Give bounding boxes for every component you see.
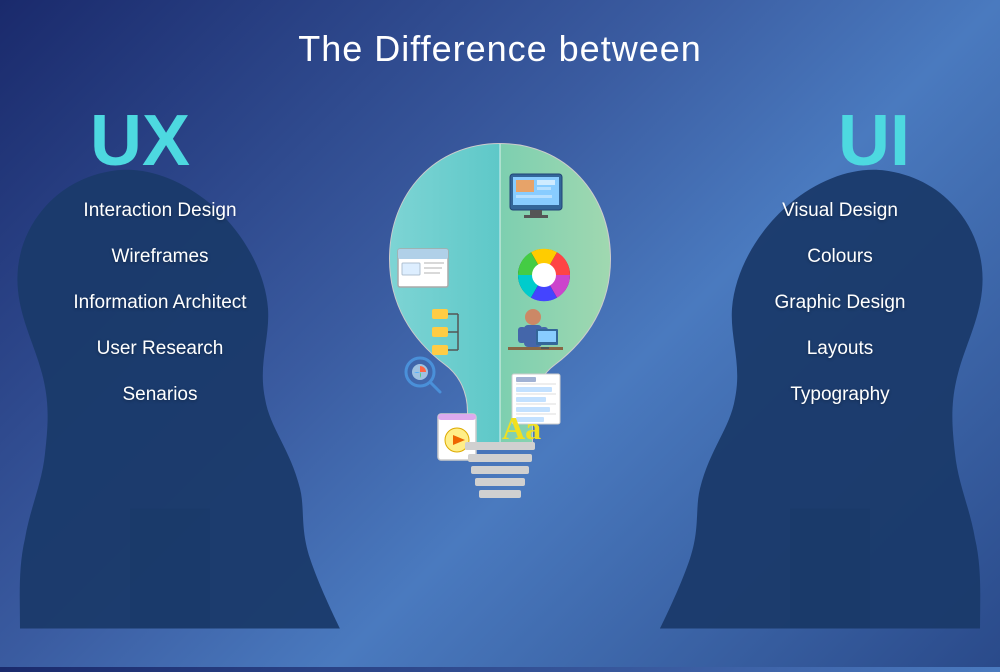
ui-items-list: Visual Design Colours Graphic Design Lay… <box>710 200 970 430</box>
ux-label: UX <box>90 100 190 182</box>
ui-item-4: Layouts <box>710 338 970 360</box>
content-area: UX UI Interaction Design Wireframes Info… <box>0 70 1000 667</box>
ux-item-4: User Research <box>30 338 290 360</box>
ux-item-3: Information Architect <box>30 292 290 314</box>
ui-item-3: Graphic Design <box>710 292 970 314</box>
main-title: The Difference between <box>298 28 702 70</box>
ux-item-2: Wireframes <box>30 246 290 268</box>
svg-text:Aa: Aa <box>502 410 541 446</box>
ux-item-1: Interaction Design <box>30 200 290 222</box>
lightbulb-graphic: Aa <box>360 134 640 574</box>
bulb-svg: Aa <box>370 134 630 504</box>
ui-item-5: Typography <box>710 384 970 406</box>
ui-label: UI <box>838 100 910 182</box>
ux-item-5: Senarios <box>30 384 290 406</box>
ui-item-1: Visual Design <box>710 200 970 222</box>
ui-item-2: Colours <box>710 246 970 268</box>
ux-items-list: Interaction Design Wireframes Informatio… <box>30 200 290 430</box>
